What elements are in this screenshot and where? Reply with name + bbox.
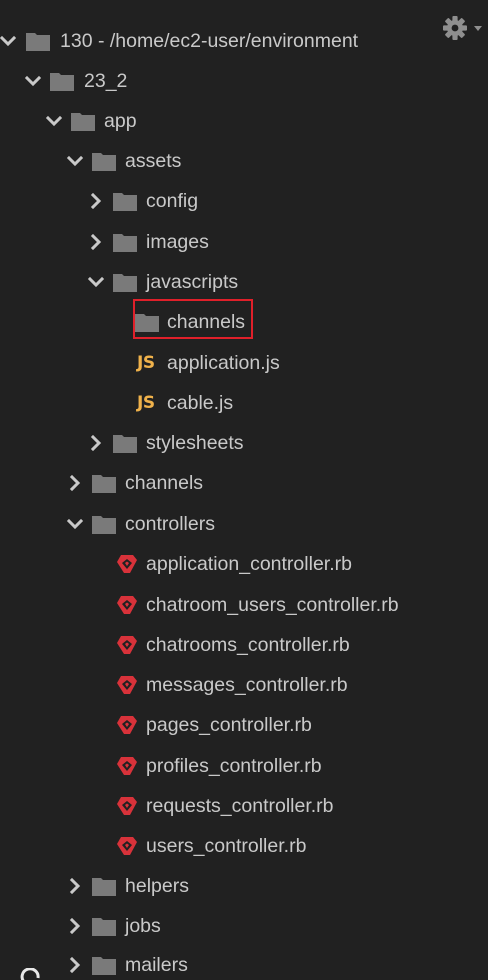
folder-icon (71, 113, 95, 131)
chevron-right-icon[interactable] (67, 918, 83, 934)
folder-icon (92, 475, 116, 493)
folder-icon (135, 314, 159, 332)
chevron-down-icon[interactable] (67, 153, 83, 169)
tree-item[interactable]: controllers (0, 504, 488, 544)
folder-icon (50, 73, 74, 91)
tree-item[interactable]: application_controller.rb (0, 544, 488, 584)
root-path: /home/ec2-user/environment (109, 30, 359, 52)
chevron-right-icon[interactable] (67, 475, 83, 491)
tree-item-label: helpers (125, 875, 189, 897)
tree-item-label: channels (125, 472, 204, 494)
tree-item-label: application.js (167, 352, 280, 374)
tree-item[interactable]: stylesheets (0, 423, 488, 463)
folder-icon (92, 918, 116, 936)
folder-icon (113, 274, 137, 292)
tree-item-label: messages_controller.rb (146, 674, 348, 696)
ruby-file-icon (117, 555, 137, 573)
tree-item[interactable]: assets (0, 141, 488, 181)
folder-icon (92, 153, 116, 171)
chevron-down-icon[interactable] (88, 274, 104, 290)
chevron-right-icon[interactable] (88, 435, 104, 451)
tree-item[interactable]: helpers (0, 866, 488, 906)
folder-icon (113, 193, 137, 211)
tree-item-label: pages_controller.rb (146, 714, 312, 736)
tree-item-label: channels (167, 311, 246, 333)
tree-item[interactable]: messages_controller.rb (0, 665, 488, 705)
ruby-file-icon (117, 596, 137, 614)
ruby-file-icon (117, 797, 137, 815)
tree-item-label: images (146, 231, 209, 253)
tree-item-label: requests_controller.rb (146, 795, 334, 817)
tree-item-label: profiles_controller.rb (146, 755, 322, 777)
tree-item[interactable]: 23_2 (0, 61, 488, 101)
tree-item-label: config (146, 190, 199, 212)
chevron-down-icon[interactable] (46, 113, 62, 129)
tree-item-label: users_controller.rb (146, 835, 307, 857)
ruby-file-icon (117, 676, 137, 694)
tree-item-label: app (104, 110, 137, 132)
tree-item[interactable]: channels (0, 463, 488, 503)
tree-item[interactable]: JS cable.js (0, 383, 488, 423)
chevron-right-icon[interactable] (67, 957, 83, 973)
chevron-right-icon[interactable] (67, 878, 83, 894)
tree-item-label: mailers (125, 954, 188, 976)
tree-item-label: chatroom_users_controller.rb (146, 594, 399, 616)
ruby-file-icon (117, 636, 137, 654)
tree-item[interactable]: chatroom_users_controller.rb (0, 585, 488, 625)
tree-item[interactable]: profiles_controller.rb (0, 746, 488, 786)
ruby-file-icon (117, 837, 137, 855)
tree-item-highlighted[interactable]: channels (0, 302, 488, 342)
javascript-file-icon: JS (137, 393, 155, 413)
tree-item[interactable]: requests_controller.rb (0, 786, 488, 826)
folder-icon (92, 516, 116, 534)
folder-icon (113, 234, 137, 252)
folder-icon (113, 435, 137, 453)
javascript-file-icon: JS (137, 353, 155, 373)
tree-root-label: 130 - /home/ec2-user/environment (60, 21, 358, 61)
refresh-icon[interactable] (18, 968, 42, 980)
ruby-file-icon (117, 716, 137, 734)
chevron-down-icon[interactable] (0, 33, 16, 49)
chevron-right-icon[interactable] (88, 234, 104, 250)
tree-item-label: chatrooms_controller.rb (146, 634, 350, 656)
tree-item[interactable]: javascripts (0, 262, 488, 302)
folder-icon (92, 878, 116, 896)
tree-item[interactable]: jobs (0, 906, 488, 946)
tree-item-label: controllers (125, 513, 215, 535)
chevron-down-icon[interactable] (67, 516, 83, 532)
tree-item-label: jobs (125, 915, 161, 937)
chevron-right-icon[interactable] (88, 193, 104, 209)
tree-item[interactable]: images (0, 222, 488, 262)
tree-item-label: application_controller.rb (146, 553, 352, 575)
gear-icon[interactable] (442, 14, 486, 42)
tree-item[interactable]: JS application.js (0, 343, 488, 383)
file-tree: 130 - /home/ec2-user/environment 23_2 ap… (0, 0, 488, 980)
tree-root-row[interactable]: 130 - /home/ec2-user/environment (0, 21, 488, 61)
tree-item[interactable]: chatrooms_controller.rb (0, 625, 488, 665)
tree-item[interactable]: pages_controller.rb (0, 705, 488, 745)
tree-item[interactable]: users_controller.rb (0, 826, 488, 866)
tree-item-label: cable.js (167, 392, 234, 414)
folder-icon (26, 33, 50, 51)
root-name: 130 (60, 30, 93, 52)
tree-item[interactable]: app (0, 101, 488, 141)
root-separator: - (92, 30, 110, 52)
tree-item-label: javascripts (146, 271, 239, 293)
tree-item[interactable]: config (0, 181, 488, 221)
tree-item[interactable]: mailers (0, 945, 488, 980)
tree-item-label: stylesheets (146, 432, 244, 454)
tree-item-label: assets (125, 150, 182, 172)
chevron-down-icon[interactable] (25, 73, 41, 89)
ruby-file-icon (117, 757, 137, 775)
tree-item-label: 23_2 (84, 70, 128, 92)
caret-down-icon (474, 26, 482, 31)
folder-icon (92, 957, 116, 975)
